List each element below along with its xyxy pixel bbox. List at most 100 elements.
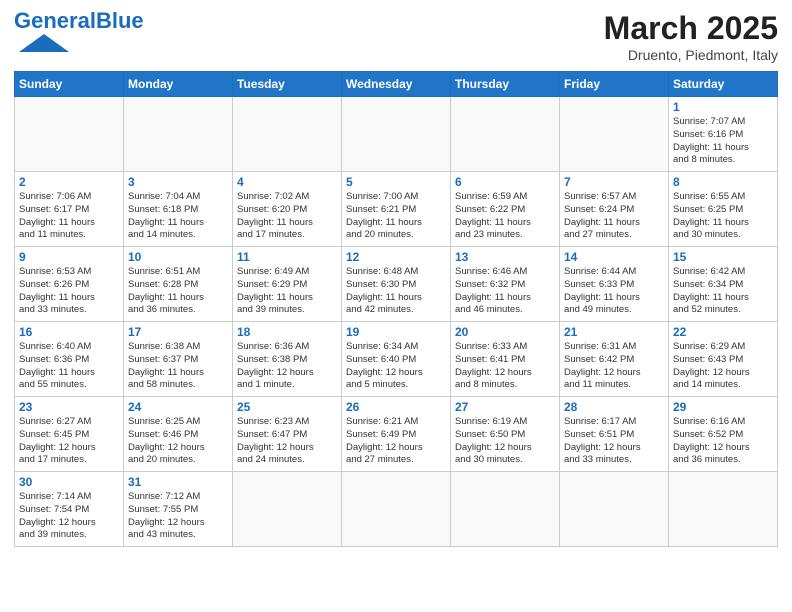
day-number: 24 (128, 400, 228, 414)
table-row: 17 Sunrise: 6:38 AMSunset: 6:37 PMDayligh… (124, 322, 233, 397)
table-row: 5 Sunrise: 7:00 AMSunset: 6:21 PMDaylight… (342, 172, 451, 247)
table-row (233, 472, 342, 547)
day-number: 31 (128, 475, 228, 489)
day-info: Sunrise: 6:17 AMSunset: 6:51 PMDaylight:… (564, 416, 664, 467)
table-row (15, 97, 124, 172)
table-row (124, 97, 233, 172)
table-row: 9 Sunrise: 6:53 AMSunset: 6:26 PMDaylight… (15, 247, 124, 322)
table-row: 6Sunrise: 6:59 AMSunset: 6:22 PMDaylight… (451, 172, 560, 247)
day-info: Sunrise: 6:38 AMSunset: 6:37 PMDaylight:… (128, 341, 228, 392)
day-info: Sunrise: 6:40 AMSunset: 6:36 PMDaylight:… (19, 341, 119, 392)
day-info: Sunrise: 6:48 AMSunset: 6:30 PMDaylight:… (346, 266, 446, 317)
table-row: 11Sunrise: 6:49 AMSunset: 6:29 PMDayligh… (233, 247, 342, 322)
table-row: 3 Sunrise: 7:04 AMSunset: 6:18 PMDaylight… (124, 172, 233, 247)
table-row: 24 Sunrise: 6:25 AMSunset: 6:46 PMDayligh… (124, 397, 233, 472)
day-number: 2 (19, 175, 119, 189)
table-row: 13 Sunrise: 6:46 AMSunset: 6:32 PMDayligh… (451, 247, 560, 322)
table-row (451, 97, 560, 172)
table-row (669, 472, 778, 547)
day-info: Sunrise: 7:00 AMSunset: 6:21 PMDaylight:… (346, 191, 446, 242)
day-info: Sunrise: 6:44 AMSunset: 6:33 PMDaylight:… (564, 266, 664, 317)
table-row (342, 472, 451, 547)
table-row (560, 472, 669, 547)
day-number: 23 (19, 400, 119, 414)
day-number: 19 (346, 325, 446, 339)
day-info: Sunrise: 6:55 AMSunset: 6:25 PMDaylight:… (673, 191, 773, 242)
day-info: Sunrise: 6:19 AMSunset: 6:50 PMDaylight:… (455, 416, 555, 467)
logo-general: General (14, 8, 96, 33)
table-row: 7 Sunrise: 6:57 AMSunset: 6:24 PMDaylight… (560, 172, 669, 247)
logo-text: GeneralBlue (14, 10, 144, 32)
day-number: 5 (346, 175, 446, 189)
day-number: 29 (673, 400, 773, 414)
table-row: 30 Sunrise: 7:14 AMSunset: 7:54 PMDayligh… (15, 472, 124, 547)
table-row: 16Sunrise: 6:40 AMSunset: 6:36 PMDayligh… (15, 322, 124, 397)
day-number: 21 (564, 325, 664, 339)
table-row: 31 Sunrise: 7:12 AMSunset: 7:55 PMDayligh… (124, 472, 233, 547)
day-number: 3 (128, 175, 228, 189)
day-number: 4 (237, 175, 337, 189)
day-number: 25 (237, 400, 337, 414)
day-number: 12 (346, 250, 446, 264)
table-row: 8 Sunrise: 6:55 AMSunset: 6:25 PMDaylight… (669, 172, 778, 247)
day-number: 9 (19, 250, 119, 264)
day-number: 1 (673, 100, 773, 114)
header-friday: Friday (560, 72, 669, 97)
calendar-header: Sunday Monday Tuesday Wednesday Thursday… (15, 72, 778, 97)
calendar-title: March 2025 (604, 10, 778, 47)
header-wednesday: Wednesday (342, 72, 451, 97)
table-row: 2 Sunrise: 7:06 AMSunset: 6:17 PMDaylight… (15, 172, 124, 247)
calendar-body: 1 Sunrise: 7:07 AMSunset: 6:16 PMDaylight… (15, 97, 778, 547)
day-info: Sunrise: 6:57 AMSunset: 6:24 PMDaylight:… (564, 191, 664, 242)
table-row: 28Sunrise: 6:17 AMSunset: 6:51 PMDayligh… (560, 397, 669, 472)
day-info: Sunrise: 6:34 AMSunset: 6:40 PMDaylight:… (346, 341, 446, 392)
table-row (451, 472, 560, 547)
day-info: Sunrise: 6:23 AMSunset: 6:47 PMDaylight:… (237, 416, 337, 467)
page: GeneralBlue March 2025 Druento, Piedmont… (0, 0, 792, 612)
header-thursday: Thursday (451, 72, 560, 97)
day-info: Sunrise: 6:49 AMSunset: 6:29 PMDaylight:… (237, 266, 337, 317)
table-row: 27Sunrise: 6:19 AMSunset: 6:50 PMDayligh… (451, 397, 560, 472)
day-number: 17 (128, 325, 228, 339)
header: GeneralBlue March 2025 Druento, Piedmont… (14, 10, 778, 63)
title-block: March 2025 Druento, Piedmont, Italy (604, 10, 778, 63)
table-row: 4 Sunrise: 7:02 AMSunset: 6:20 PMDaylight… (233, 172, 342, 247)
day-info: Sunrise: 7:14 AMSunset: 7:54 PMDaylight:… (19, 491, 119, 542)
table-row: 12 Sunrise: 6:48 AMSunset: 6:30 PMDayligh… (342, 247, 451, 322)
logo-icon (14, 34, 69, 54)
day-info: Sunrise: 6:25 AMSunset: 6:46 PMDaylight:… (128, 416, 228, 467)
day-info: Sunrise: 6:36 AMSunset: 6:38 PMDaylight:… (237, 341, 337, 392)
header-saturday: Saturday (669, 72, 778, 97)
day-number: 7 (564, 175, 664, 189)
day-number: 14 (564, 250, 664, 264)
day-info: Sunrise: 7:04 AMSunset: 6:18 PMDaylight:… (128, 191, 228, 242)
table-row: 19 Sunrise: 6:34 AMSunset: 6:40 PMDayligh… (342, 322, 451, 397)
table-row: 23 Sunrise: 6:27 AMSunset: 6:45 PMDayligh… (15, 397, 124, 472)
day-info: Sunrise: 6:53 AMSunset: 6:26 PMDaylight:… (19, 266, 119, 317)
day-info: Sunrise: 7:07 AMSunset: 6:16 PMDaylight:… (673, 116, 773, 167)
table-row: 18 Sunrise: 6:36 AMSunset: 6:38 PMDayligh… (233, 322, 342, 397)
day-info: Sunrise: 6:42 AMSunset: 6:34 PMDaylight:… (673, 266, 773, 317)
day-info: Sunrise: 6:21 AMSunset: 6:49 PMDaylight:… (346, 416, 446, 467)
day-info: Sunrise: 6:46 AMSunset: 6:32 PMDaylight:… (455, 266, 555, 317)
day-info: Sunrise: 7:02 AMSunset: 6:20 PMDaylight:… (237, 191, 337, 242)
day-info: Sunrise: 6:51 AMSunset: 6:28 PMDaylight:… (128, 266, 228, 317)
day-number: 8 (673, 175, 773, 189)
day-number: 15 (673, 250, 773, 264)
day-info: Sunrise: 7:06 AMSunset: 6:17 PMDaylight:… (19, 191, 119, 242)
day-info: Sunrise: 7:12 AMSunset: 7:55 PMDaylight:… (128, 491, 228, 542)
day-info: Sunrise: 6:33 AMSunset: 6:41 PMDaylight:… (455, 341, 555, 392)
day-number: 20 (455, 325, 555, 339)
day-info: Sunrise: 6:27 AMSunset: 6:45 PMDaylight:… (19, 416, 119, 467)
day-number: 13 (455, 250, 555, 264)
table-row: 22Sunrise: 6:29 AMSunset: 6:43 PMDayligh… (669, 322, 778, 397)
table-row (560, 97, 669, 172)
table-row: 29Sunrise: 6:16 AMSunset: 6:52 PMDayligh… (669, 397, 778, 472)
calendar-subtitle: Druento, Piedmont, Italy (604, 47, 778, 63)
table-row: 10 Sunrise: 6:51 AMSunset: 6:28 PMDayligh… (124, 247, 233, 322)
day-number: 18 (237, 325, 337, 339)
table-row: 20 Sunrise: 6:33 AMSunset: 6:41 PMDayligh… (451, 322, 560, 397)
day-number: 10 (128, 250, 228, 264)
day-number: 30 (19, 475, 119, 489)
header-monday: Monday (124, 72, 233, 97)
